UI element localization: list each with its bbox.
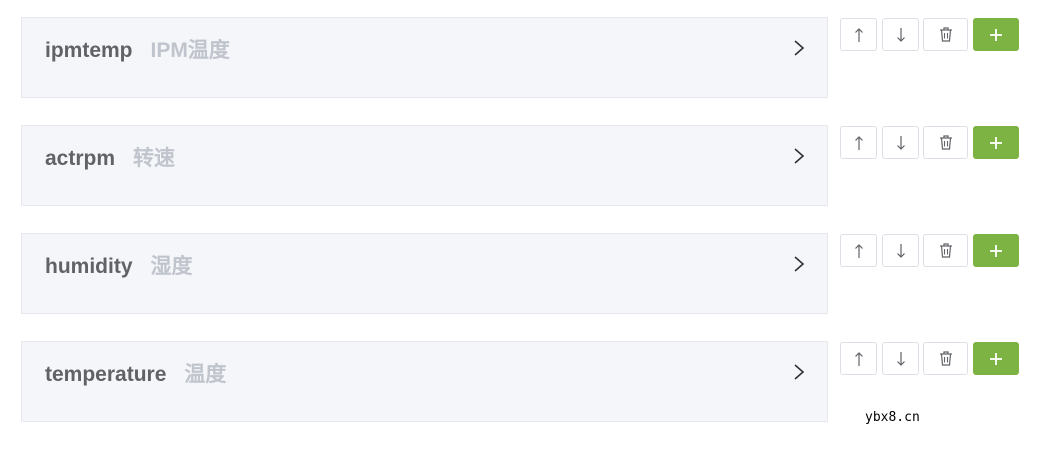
delete-button[interactable] (923, 126, 968, 159)
field-label: 湿度 (150, 255, 193, 278)
field-panel[interactable]: temperature 温度 (21, 341, 828, 422)
plus-icon (990, 244, 1002, 257)
add-button[interactable] (973, 18, 1019, 51)
chevron-right-icon[interactable] (792, 363, 806, 381)
field-row: humidity 湿度 (0, 233, 1043, 315)
chevron-right-icon[interactable] (792, 39, 806, 57)
arrow-up-icon (854, 243, 863, 258)
field-label: 温度 (184, 363, 227, 386)
move-up-button[interactable] (840, 18, 877, 51)
delete-button[interactable] (923, 342, 968, 375)
arrow-up-icon (854, 135, 863, 150)
add-button[interactable] (973, 234, 1019, 267)
add-button[interactable] (973, 126, 1019, 159)
plus-icon (990, 352, 1002, 365)
field-name: actrpm (45, 147, 116, 170)
delete-button[interactable] (923, 18, 968, 51)
trash-icon (939, 243, 952, 258)
chevron-right-icon[interactable] (792, 147, 806, 165)
move-up-button[interactable] (840, 234, 877, 267)
arrow-down-icon (896, 27, 905, 42)
plus-icon (990, 136, 1002, 149)
arrow-down-icon (896, 351, 905, 366)
field-row: ipmtemp IPM温度 (0, 17, 1043, 99)
trash-icon (939, 135, 952, 150)
move-up-button[interactable] (840, 342, 877, 375)
field-panel[interactable]: actrpm 转速 (21, 125, 828, 206)
move-up-button[interactable] (840, 126, 877, 159)
move-down-button[interactable] (882, 18, 919, 51)
field-list: ipmtemp IPM温度 actrpm 转速 humidity 湿度 temp… (0, 0, 1043, 449)
move-down-button[interactable] (882, 234, 919, 267)
field-name: temperature (45, 363, 167, 386)
field-panel[interactable]: humidity 湿度 (21, 233, 828, 314)
arrow-down-icon (896, 243, 905, 258)
arrow-up-icon (854, 27, 863, 42)
field-name: ipmtemp (45, 39, 133, 62)
field-label: 转速 (133, 147, 176, 170)
watermark-text: ybx8.cn (865, 410, 920, 425)
field-name: humidity (45, 255, 133, 278)
move-down-button[interactable] (882, 126, 919, 159)
chevron-right-icon[interactable] (792, 255, 806, 273)
add-button[interactable] (973, 342, 1019, 375)
field-panel[interactable]: ipmtemp IPM温度 (21, 17, 828, 98)
field-row: actrpm 转速 (0, 125, 1043, 207)
plus-icon (990, 28, 1002, 41)
trash-icon (939, 27, 952, 42)
delete-button[interactable] (923, 234, 968, 267)
arrow-up-icon (854, 351, 863, 366)
move-down-button[interactable] (882, 342, 919, 375)
field-label: IPM温度 (150, 39, 230, 62)
trash-icon (939, 351, 952, 366)
arrow-down-icon (896, 135, 905, 150)
